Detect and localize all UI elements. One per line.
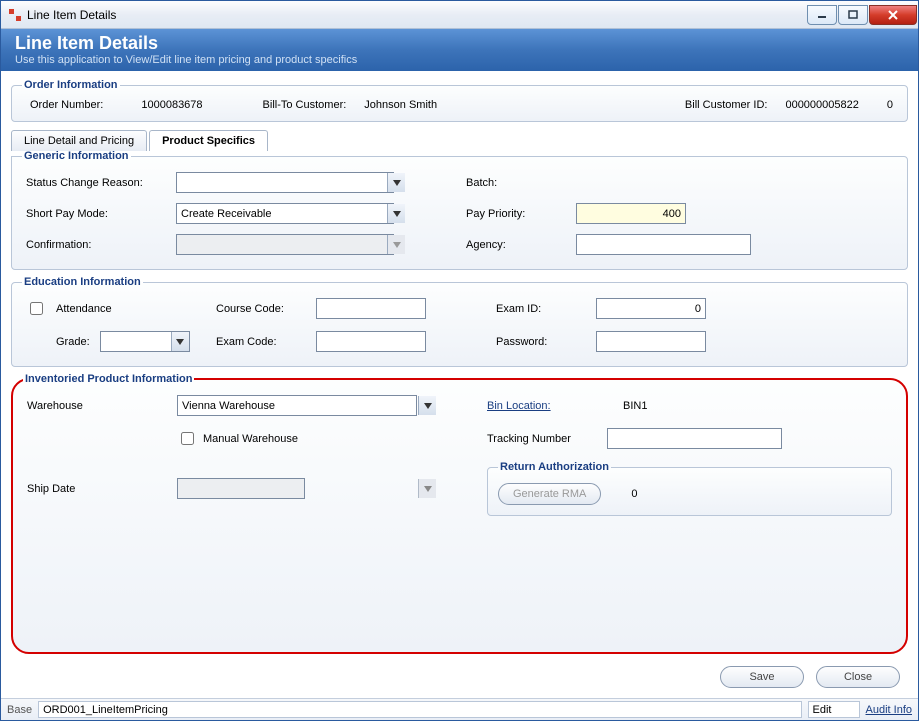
banner: Line Item Details Use this application t…	[1, 29, 918, 71]
bill-customer-sub-value: 0	[887, 99, 893, 111]
bin-location-value: BIN1	[607, 400, 892, 412]
exam-id-label: Exam ID:	[496, 303, 596, 315]
save-button[interactable]: Save	[720, 666, 804, 688]
inventoried-product-legend: Inventoried Product Information	[23, 373, 194, 385]
short-pay-mode-combo[interactable]	[176, 203, 406, 224]
generic-information-group: Generic Information Status Change Reason…	[11, 150, 908, 270]
tab-product-specifics[interactable]: Product Specifics	[149, 130, 268, 151]
generic-information-legend: Generic Information	[22, 150, 131, 162]
generate-rma-button[interactable]: Generate RMA	[498, 483, 601, 505]
ship-date-label: Ship Date	[27, 483, 177, 495]
tracking-number-input[interactable]	[607, 428, 782, 449]
close-button[interactable]	[869, 5, 917, 25]
chevron-down-icon[interactable]	[418, 396, 436, 415]
maximize-icon	[848, 10, 858, 20]
window-title: Line Item Details	[27, 8, 116, 22]
bin-location-link[interactable]: Bin Location:	[487, 400, 607, 412]
tracking-number-label: Tracking Number	[487, 433, 607, 445]
confirmation-input	[176, 234, 394, 255]
agency-label: Agency:	[466, 239, 576, 251]
warehouse-label: Warehouse	[27, 400, 177, 412]
agency-input[interactable]	[576, 234, 751, 255]
maximize-button[interactable]	[838, 5, 868, 25]
grade-combo[interactable]	[100, 331, 190, 352]
attendance-checkbox[interactable]	[30, 302, 43, 315]
inventoried-product-group: Inventoried Product Information Warehous…	[11, 373, 908, 654]
statusbar: Base ORD001_LineItemPricing Edit Audit I…	[1, 698, 918, 720]
tabs: Line Detail and Pricing Product Specific…	[11, 130, 908, 151]
order-information-group: Order Information Order Number: 10000836…	[11, 79, 908, 122]
statusbar-form-id: ORD001_LineItemPricing	[38, 701, 801, 718]
password-label: Password:	[496, 336, 596, 348]
pay-priority-input[interactable]	[576, 203, 686, 224]
bill-customer-id-value: 000000005822	[785, 99, 858, 111]
chevron-down-icon	[387, 235, 405, 254]
status-change-reason-label: Status Change Reason:	[26, 177, 176, 189]
content: Order Information Order Number: 10000836…	[1, 71, 918, 698]
short-pay-mode-label: Short Pay Mode:	[26, 208, 176, 220]
pay-priority-label: Pay Priority:	[466, 208, 576, 220]
minimize-button[interactable]	[807, 5, 837, 25]
close-icon	[887, 10, 899, 20]
confirmation-label: Confirmation:	[26, 239, 176, 251]
password-input[interactable]	[596, 331, 706, 352]
status-change-reason-input[interactable]	[176, 172, 394, 193]
return-authorization-legend: Return Authorization	[498, 461, 611, 473]
order-number-label: Order Number:	[30, 99, 103, 111]
chevron-down-icon[interactable]	[387, 204, 405, 223]
order-row: Order Number: 1000083678 Bill-To Custome…	[22, 95, 897, 113]
manual-warehouse-label: Manual Warehouse	[203, 433, 298, 445]
ship-date-input	[177, 478, 305, 499]
audit-info-link[interactable]: Audit Info	[866, 704, 912, 716]
course-code-label: Course Code:	[216, 303, 316, 315]
warehouse-combo[interactable]	[177, 395, 437, 416]
page-subtitle: Use this application to View/Edit line i…	[15, 54, 904, 66]
exam-code-input[interactable]	[316, 331, 426, 352]
order-information-legend: Order Information	[22, 79, 120, 91]
return-authorization-group: Return Authorization Generate RMA 0	[487, 461, 892, 516]
titlebar: Line Item Details	[1, 1, 918, 29]
statusbar-edit: Edit	[808, 701, 860, 718]
manual-warehouse-checkbox[interactable]	[181, 432, 194, 445]
education-information-legend: Education Information	[22, 276, 143, 288]
window: Line Item Details Line Item Details Use …	[0, 0, 919, 721]
button-row: Save Close	[11, 660, 908, 692]
exam-code-label: Exam Code:	[216, 336, 316, 348]
window-buttons	[807, 5, 918, 25]
chevron-down-icon[interactable]	[387, 173, 405, 192]
education-information-group: Education Information Attendance Course …	[11, 276, 908, 367]
exam-id-input[interactable]	[596, 298, 706, 319]
bill-to-value: Johnson Smith	[364, 99, 437, 111]
grade-label: Grade:	[56, 336, 90, 348]
course-code-input[interactable]	[316, 298, 426, 319]
chevron-down-icon[interactable]	[171, 332, 189, 351]
order-number-value: 1000083678	[141, 99, 202, 111]
bill-to-label: Bill-To Customer:	[263, 99, 347, 111]
status-change-reason-combo[interactable]	[176, 172, 406, 193]
confirmation-combo	[176, 234, 406, 255]
close-button-form[interactable]: Close	[816, 666, 900, 688]
statusbar-base-label: Base	[7, 704, 32, 716]
tab-line-detail[interactable]: Line Detail and Pricing	[11, 130, 147, 151]
attendance-label: Attendance	[56, 303, 216, 315]
batch-label: Batch:	[466, 177, 576, 189]
ship-date-picker	[177, 478, 437, 499]
minimize-icon	[817, 10, 827, 20]
chevron-down-icon	[418, 479, 436, 498]
rma-value: 0	[631, 488, 637, 500]
app-icon	[7, 7, 23, 23]
page-title: Line Item Details	[15, 33, 904, 54]
bill-customer-id-label: Bill Customer ID:	[685, 99, 768, 111]
short-pay-mode-input[interactable]	[176, 203, 394, 224]
warehouse-input[interactable]	[177, 395, 417, 416]
